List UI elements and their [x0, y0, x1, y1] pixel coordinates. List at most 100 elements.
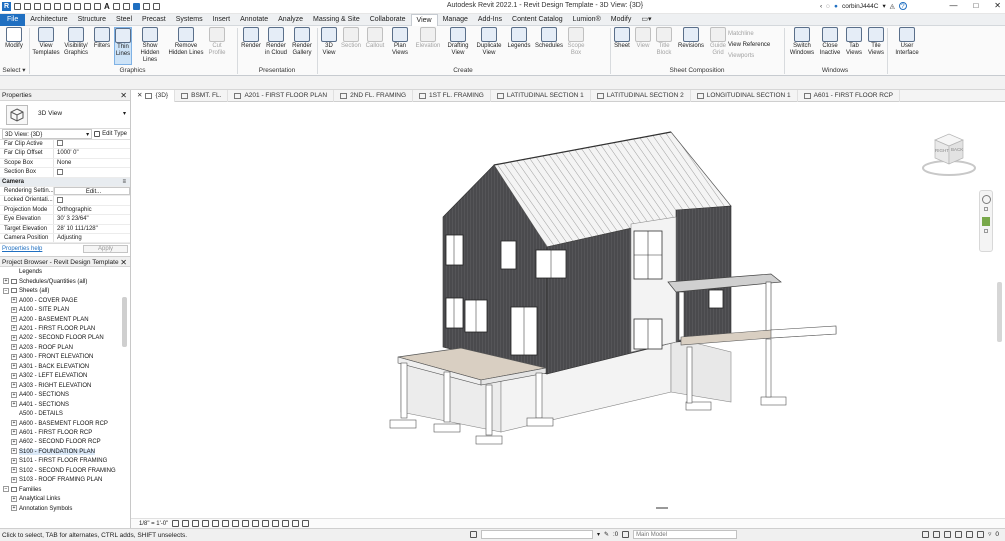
menu-tab-modify[interactable]: Modify	[606, 14, 637, 26]
view-button[interactable]: View	[634, 27, 652, 65]
expand-icon[interactable]: +	[11, 401, 17, 408]
filter-icon[interactable]: ▿	[988, 530, 991, 538]
close-icon[interactable]: ✕	[120, 90, 127, 101]
view-tab-longitudinal-section-1[interactable]: LONGITUDINAL SECTION 1	[691, 89, 798, 102]
expand-icon[interactable]: +	[11, 325, 17, 332]
browser-item[interactable]: + A202 - SECOND FLOOR PLAN	[0, 334, 130, 343]
drafting-view-button[interactable]: Drafting View	[444, 27, 472, 65]
menu-tab-structure[interactable]: Structure	[73, 14, 111, 26]
filters-button[interactable]: Filters	[92, 27, 112, 65]
switch-windows-qat-icon[interactable]	[142, 3, 150, 10]
legends-button[interactable]: Legends	[506, 27, 532, 65]
expand-icon[interactable]: +	[11, 438, 17, 445]
browser-item[interactable]: + S101 - FIRST FLOOR FRAMING	[0, 457, 130, 466]
property-value[interactable]	[54, 196, 130, 204]
steering-wheel-icon[interactable]	[981, 195, 991, 204]
expand-icon[interactable]: +	[3, 278, 9, 285]
browser-item[interactable]: + A400 - SECTIONS	[0, 391, 130, 400]
expand-icon[interactable]: +	[11, 315, 17, 322]
menu-tab-view[interactable]: View	[410, 13, 438, 26]
maximize-icon[interactable]: □	[973, 1, 978, 10]
matchline-button[interactable]: Matchline	[728, 29, 770, 40]
select-panel-label[interactable]: Select ▾	[0, 66, 28, 75]
apply-button[interactable]: Apply	[82, 244, 128, 253]
thin-lines-button[interactable]: Thin Lines	[114, 27, 132, 65]
browser-item[interactable]: − Sheets (all)	[0, 287, 130, 296]
expand-icon[interactable]: +	[11, 467, 17, 474]
view-tab-latitudinal-section-1[interactable]: LATITUDINAL SECTION 1	[491, 89, 591, 102]
revisions-button[interactable]: Revisions	[676, 27, 706, 65]
expand-icon[interactable]: +	[11, 306, 17, 313]
close-icon[interactable]: ✕	[137, 90, 142, 102]
thin-lines-qat-icon[interactable]	[132, 3, 140, 10]
undo-icon[interactable]	[44, 3, 51, 10]
browser-item[interactable]: + S102 - SECOND FLOOR FRAMING	[0, 467, 130, 476]
expand-icon[interactable]: +	[11, 495, 17, 502]
browser-item[interactable]: + A401 - SECTIONS	[0, 401, 130, 410]
visual-style-icon[interactable]	[182, 520, 190, 527]
dropdown-icon[interactable]	[984, 207, 988, 211]
property-value[interactable]	[54, 168, 130, 176]
menu-tab-manage[interactable]: Manage	[438, 14, 473, 26]
temporary-hide-icon[interactable]	[252, 520, 260, 527]
property-value[interactable]: Adjusting	[54, 234, 130, 242]
active-workset-field[interactable]	[481, 530, 593, 539]
view-tab-1st-fl-framing[interactable]: 1ST FL. FRAMING	[413, 89, 491, 102]
expand-icon[interactable]: +	[11, 476, 17, 483]
drag-elements-icon[interactable]	[966, 530, 974, 538]
type-selector[interactable]: 3D View ▾	[0, 101, 130, 129]
instance-selector[interactable]: 3D View: {3D} ▾	[2, 129, 93, 139]
checkbox[interactable]	[57, 168, 63, 175]
expand-icon[interactable]: +	[11, 372, 17, 379]
view-reference-button[interactable]: View Reference	[728, 40, 770, 51]
browser-item[interactable]: + S103 - ROOF FRAMING PLAN	[0, 476, 130, 485]
tag-icon[interactable]	[94, 3, 101, 10]
expand-icon[interactable]: +	[11, 334, 17, 341]
3d-viewport[interactable]: RIGHT BACK	[131, 102, 1005, 518]
viewcube-face-right[interactable]: RIGHT	[935, 148, 949, 153]
property-value[interactable]: 1000' 0"	[54, 149, 130, 157]
browser-item[interactable]: + Annotation Symbols	[0, 505, 130, 514]
browser-item[interactable]: + A301 - BACK ELEVATION	[0, 363, 130, 372]
callout-button[interactable]: Callout	[364, 27, 386, 65]
select-pinned-icon[interactable]	[944, 530, 952, 538]
modify-button[interactable]: Modify	[2, 27, 26, 65]
browser-item[interactable]: + A602 - SECOND FLOOR RCP	[0, 438, 130, 447]
section-button[interactable]: Section	[340, 27, 362, 65]
dropdown-icon[interactable]	[984, 229, 988, 233]
sign-in-arrow-icon[interactable]: ‹	[820, 3, 822, 10]
default-3d-icon[interactable]	[112, 3, 120, 10]
property-value[interactable]: 30' 3 23/64"	[54, 215, 130, 223]
dimension-icon[interactable]	[84, 3, 91, 10]
expand-icon[interactable]: +	[11, 457, 17, 464]
render-dialog-icon[interactable]	[212, 520, 220, 527]
checkbox[interactable]	[57, 140, 63, 147]
design-options-icon[interactable]	[622, 531, 630, 538]
property-value[interactable]	[54, 140, 130, 148]
menu-tab-lumion[interactable]: Lumion®	[568, 14, 606, 26]
browser-item[interactable]: + A601 - FIRST FLOOR RCP	[0, 429, 130, 438]
section-icon[interactable]	[122, 3, 130, 10]
view-tab-3d[interactable]: ✕ {3D}	[131, 89, 176, 102]
view-tab-latitudinal-section-2[interactable]: LATITUDINAL SECTION 2	[591, 89, 691, 102]
design-option-field[interactable]: Main Model	[633, 530, 738, 539]
shadows-icon[interactable]	[202, 520, 210, 527]
browser-item[interactable]: + A203 - ROOF PLAN	[0, 344, 130, 353]
expand-icon[interactable]: +	[11, 505, 17, 512]
show-hidden-lines-button[interactable]: Show Hidden Lines	[134, 27, 166, 65]
expand-icon[interactable]: +	[11, 353, 17, 360]
viewcube[interactable]: RIGHT BACK	[921, 130, 977, 178]
help-icon[interactable]: ?	[898, 2, 907, 10]
menu-tab-precast[interactable]: Precast	[137, 14, 171, 26]
render-button[interactable]: Render	[240, 27, 262, 65]
collapse-icon[interactable]: −	[3, 287, 9, 294]
viewport-scrollbar[interactable]	[997, 282, 1002, 342]
menu-tab-file[interactable]: File	[0, 13, 26, 26]
menu-tab-architecture[interactable]: Architecture	[25, 14, 72, 26]
property-value[interactable]: Edit...	[54, 186, 130, 196]
open-icon[interactable]	[14, 3, 21, 10]
cart-icon[interactable]: ◬	[890, 2, 895, 10]
menu-tab-steel[interactable]: Steel	[111, 14, 137, 26]
select-links-icon[interactable]	[922, 530, 930, 538]
elevation-button[interactable]: Elevation	[414, 27, 442, 65]
